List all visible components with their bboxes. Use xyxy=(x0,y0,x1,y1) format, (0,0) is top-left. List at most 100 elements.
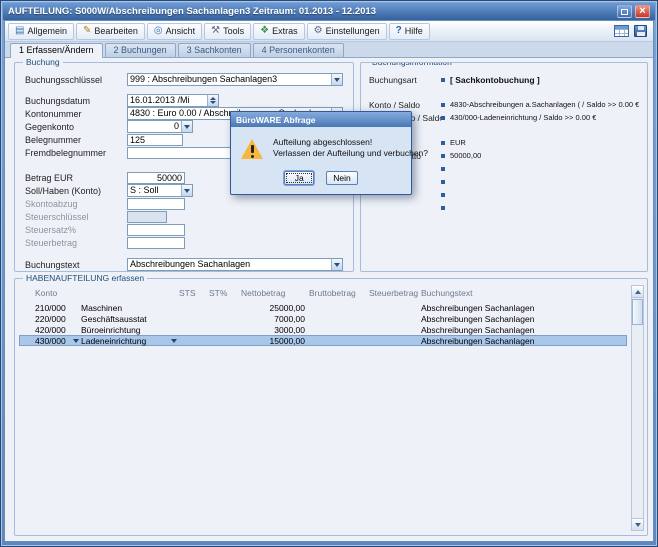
menu-tools[interactable]: ⚒Tools xyxy=(204,23,251,40)
dialog-title: BüroWARE Abfrage xyxy=(236,115,316,125)
col-steuer: Steuerbetrag xyxy=(369,288,419,298)
habenaufteilung-legend: HABENAUFTEILUNG erfassen xyxy=(23,273,147,283)
gegenkonto-saldo-value: 430/000-Ladeneinrichtung / Saldo >> 0.00… xyxy=(450,113,596,122)
no-button[interactable]: Nein xyxy=(326,171,357,185)
cell-text: Abschreibungen Sachanlagen xyxy=(421,303,627,313)
dialog-title-bar[interactable]: BüroWARE Abfrage xyxy=(231,112,411,127)
menu-allgemein[interactable]: ▤Allgemein xyxy=(8,23,74,40)
skontoabzug-label: Skontoabzug xyxy=(25,199,127,209)
cell-text: Abschreibungen Sachanlagen xyxy=(421,325,627,335)
pencil-icon: ✎ xyxy=(83,26,91,36)
table-row[interactable]: 220/000 Geschäftsausstat 7000,00 Abschre… xyxy=(19,313,627,324)
habenaufteilung-panel: HABENAUFTEILUNG erfassen Konto STS ST% N… xyxy=(14,278,648,536)
buchungsschluessel-select[interactable]: 999 : Abschreibungen Sachanlagen3 xyxy=(127,73,343,86)
col-brutto: Bruttobetrag xyxy=(309,288,367,298)
col-netto: Nettobetrag xyxy=(241,288,307,298)
steuerbetrag-input[interactable] xyxy=(127,237,185,249)
vertical-scrollbar[interactable] xyxy=(631,285,644,531)
menu-ansicht[interactable]: ◎Ansicht xyxy=(147,23,202,40)
sollhaben-select[interactable]: S : Soll xyxy=(127,184,193,197)
table-row[interactable]: 210/000 Maschinen 25000,00 Abschreibunge… xyxy=(19,302,627,313)
menu-label: Hilfe xyxy=(405,26,423,36)
buchungsdatum-label: Buchungsdatum xyxy=(25,96,127,106)
help-icon: ? xyxy=(396,26,402,36)
restore-icon xyxy=(621,9,628,15)
gegenkonto-select[interactable]: 0 xyxy=(127,120,193,133)
dialog-body: Aufteilung abgeschlossen! Verlassen der … xyxy=(231,127,411,196)
menu-hilfe[interactable]: ?Hilfe xyxy=(389,23,430,40)
settings-icon: ⚙ xyxy=(314,26,323,36)
chevron-down-icon[interactable] xyxy=(331,259,342,270)
chevron-down-icon[interactable] xyxy=(73,339,79,343)
menu-label: Extras xyxy=(272,26,298,36)
bullet-icon xyxy=(441,141,445,145)
maximize-button[interactable] xyxy=(617,5,632,18)
menu-einstellungen[interactable]: ⚙Einstellungen xyxy=(307,23,387,40)
cell-text: Abschreibungen Sachanlagen xyxy=(421,314,627,324)
tab-buchungen[interactable]: 2 Buchungen xyxy=(105,43,176,57)
buchung-legend: Buchung xyxy=(23,57,63,67)
cell-name: Maschinen xyxy=(81,303,177,313)
scroll-down-button[interactable] xyxy=(632,518,643,530)
dialog-message-line2: Verlassen der Aufteilung und verbuchen? xyxy=(273,148,428,159)
combo-value: Abschreibungen Sachanlagen xyxy=(128,259,331,270)
scroll-up-button[interactable] xyxy=(632,286,643,298)
cell-konto[interactable]: 430/000 xyxy=(35,336,79,346)
menu-extras[interactable]: ❖Extras xyxy=(253,23,304,40)
buchungstext-select[interactable]: Abschreibungen Sachanlagen xyxy=(127,258,343,271)
save-icon[interactable] xyxy=(634,25,647,37)
buchungsdatum-input[interactable]: 16.01.2013 /Mi xyxy=(127,94,219,107)
table-header: Konto STS ST% Nettobetrag Bruttobetrag S… xyxy=(19,287,627,298)
cell-netto: 25000,00 xyxy=(241,303,307,313)
steuersatz-input[interactable] xyxy=(127,224,185,236)
cell-name[interactable]: Ladeneinrichtung xyxy=(81,336,177,346)
bullet-icon xyxy=(441,206,445,210)
chevron-down-icon[interactable] xyxy=(181,121,192,132)
close-button[interactable] xyxy=(635,5,650,18)
konto-saldo-value: 4830-Abschreibungen a.Sachanlagen ( / Sa… xyxy=(450,100,639,109)
app-window: AUFTEILUNG: S000W/Abschreibungen Sachanl… xyxy=(0,0,658,547)
cell-name: Büroeinrichtung xyxy=(81,325,177,335)
cell-netto: 3000,00 xyxy=(241,325,307,335)
combo-value: 999 : Abschreibungen Sachanlagen3 xyxy=(128,74,331,85)
steuerschluessel-input xyxy=(127,211,167,223)
col-text: Buchungstext xyxy=(421,288,627,298)
bullet-icon xyxy=(441,180,445,184)
warning-exclamation xyxy=(251,145,254,159)
warning-icon xyxy=(241,139,265,161)
yes-button[interactable]: Ja xyxy=(284,171,314,185)
cell-text: Abschreibungen Sachanlagen xyxy=(421,336,627,346)
steuersatz-label: Steuersatz% xyxy=(25,225,127,235)
chevron-down-icon[interactable] xyxy=(331,74,342,85)
sollhaben-label: Soll/Haben (Konto) xyxy=(25,186,127,196)
buchungsinformation-legend: Buchungsinformation xyxy=(369,62,455,67)
title-bar[interactable]: AUFTEILUNG: S000W/Abschreibungen Sachanl… xyxy=(3,3,655,20)
close-icon xyxy=(639,6,645,17)
betrag-input[interactable] xyxy=(127,172,185,184)
tab-sachkonten[interactable]: 3 Sachkonten xyxy=(178,43,251,57)
buchungsart-value: [ Sachkontobuchung ] xyxy=(450,75,540,85)
menu-label: Bearbeiten xyxy=(94,26,138,36)
chevron-down-icon[interactable] xyxy=(181,185,192,196)
bullet-icon xyxy=(441,167,445,171)
tab-personenkonten[interactable]: 4 Personenkonten xyxy=(253,43,344,57)
chevron-down-icon[interactable] xyxy=(171,339,177,343)
table-row[interactable]: 420/000 Büroeinrichtung 3000,00 Abschrei… xyxy=(19,324,627,335)
grid-icon[interactable] xyxy=(614,25,629,37)
table-row-selected[interactable]: 430/000 Ladeneinrichtung 15000,00 Abschr… xyxy=(19,335,627,346)
toolbar: ▤Allgemein ✎Bearbeiten ◎Ansicht ⚒Tools ❖… xyxy=(5,21,653,42)
skontoabzug-input[interactable] xyxy=(127,198,185,210)
kontonummer-label: Kontonummer xyxy=(25,109,127,119)
menu-bearbeiten[interactable]: ✎Bearbeiten xyxy=(76,23,145,40)
dialog-buttons: Ja Nein xyxy=(231,171,411,185)
belegnummer-label: Belegnummer xyxy=(25,135,127,145)
belegnummer-input[interactable] xyxy=(127,134,183,146)
spinner-icon[interactable] xyxy=(207,95,218,106)
window-title: AUFTEILUNG: S000W/Abschreibungen Sachanl… xyxy=(8,6,614,17)
col-sts: STS xyxy=(179,288,207,298)
dialog-message: Aufteilung abgeschlossen! Verlassen der … xyxy=(273,137,428,159)
cell-netto: 7000,00 xyxy=(241,314,307,324)
tab-erfassen-aendern[interactable]: 1 Erfassen/Ändern xyxy=(10,43,103,58)
scroll-thumb[interactable] xyxy=(632,299,643,325)
view-icon: ◎ xyxy=(154,26,163,36)
